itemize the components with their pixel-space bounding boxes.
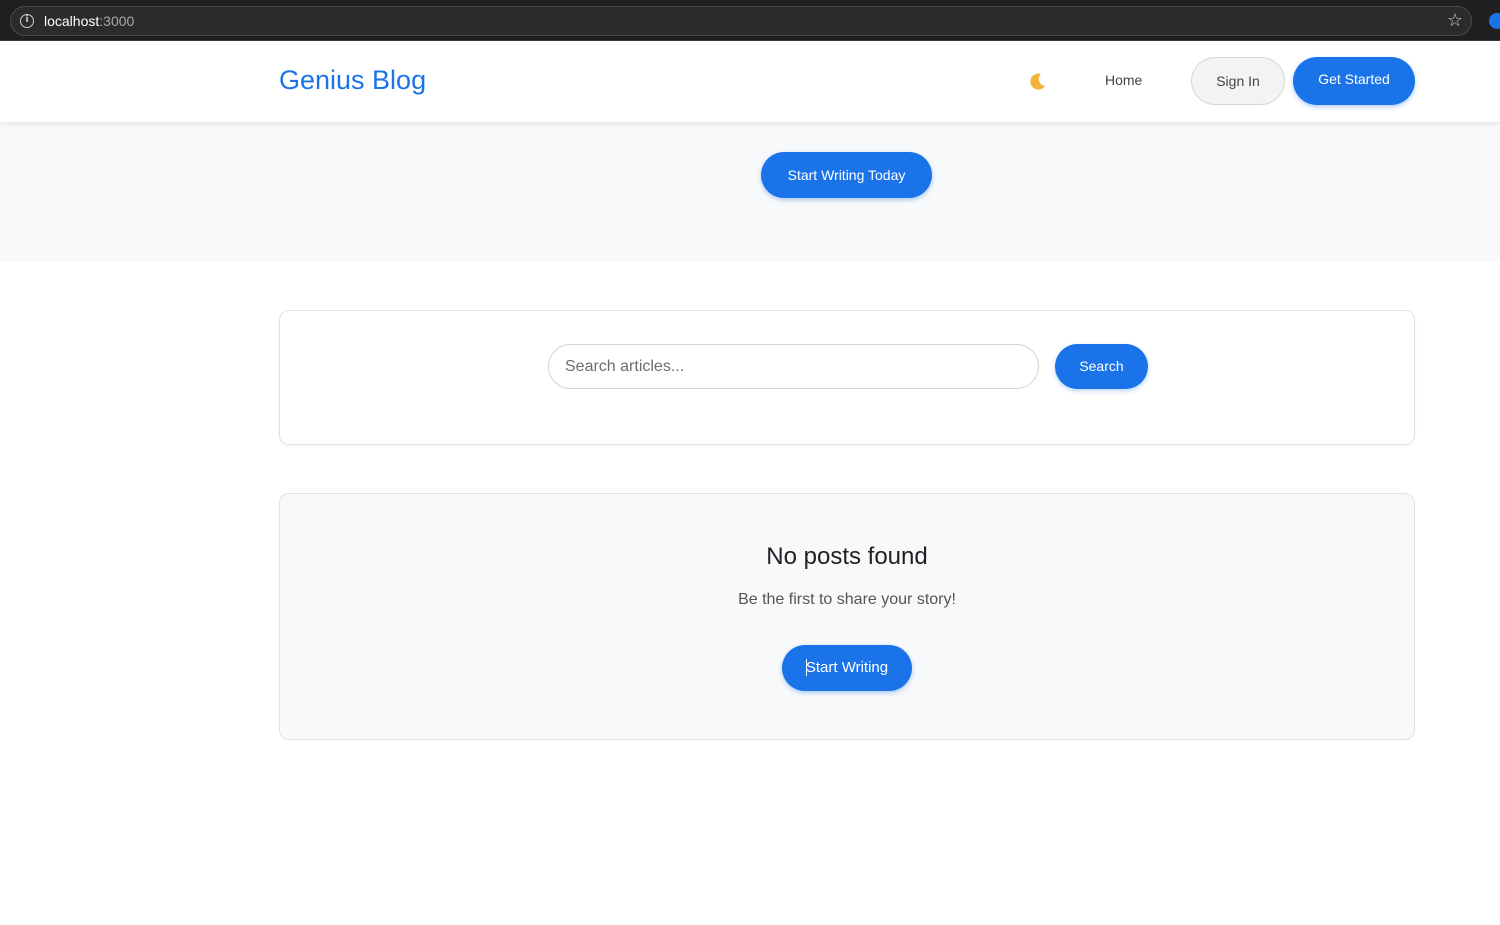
sign-in-button[interactable]: Sign In [1191, 57, 1285, 105]
search-input[interactable] [548, 344, 1039, 389]
search-button[interactable]: Search [1055, 344, 1148, 389]
empty-state-card: No posts found Be the first to share you… [279, 493, 1415, 740]
start-writing-today-button[interactable]: Start Writing Today [761, 152, 932, 198]
bookmark-star-icon[interactable]: ☆ [1447, 10, 1463, 31]
url-port: :3000 [99, 13, 135, 29]
info-icon[interactable]: i [20, 14, 34, 28]
text-cursor [806, 659, 807, 676]
extension-icon[interactable] [1489, 13, 1500, 29]
search-card: Search [279, 310, 1415, 445]
moon-icon[interactable] [1027, 72, 1047, 92]
empty-state-subtitle: Be the first to share your story! [738, 591, 956, 608]
nav-home-link[interactable]: Home [1105, 72, 1142, 88]
address-bar[interactable]: i localhost:3000 ☆ [10, 6, 1472, 36]
start-writing-button[interactable]: Start Writing [782, 645, 912, 691]
url-text[interactable]: localhost:3000 [44, 13, 134, 29]
empty-state-title: No posts found [766, 543, 928, 570]
site-header: Genius Blog Home Sign In Get Started [0, 41, 1500, 122]
start-writing-label: Start Writing [805, 659, 889, 676]
brand-logo[interactable]: Genius Blog [279, 65, 426, 96]
url-host: localhost [44, 13, 100, 29]
browser-toolbar: i localhost:3000 ☆ [0, 0, 1500, 41]
get-started-button[interactable]: Get Started [1293, 57, 1415, 105]
hero-section: Start Writing Today [0, 122, 1500, 262]
